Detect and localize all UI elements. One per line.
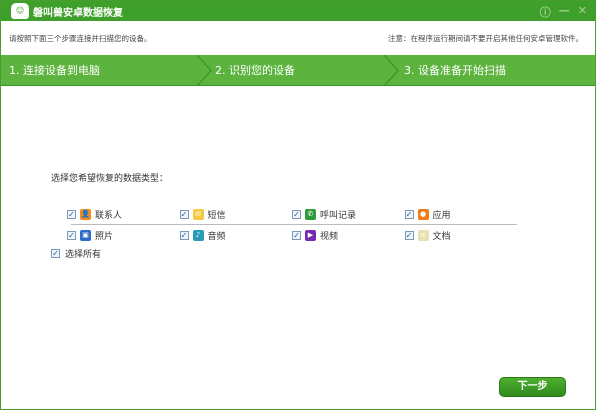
document-icon: ≡ [417,229,429,241]
checkbox-checked-icon[interactable]: ✓ [51,249,60,258]
data-type-label: 文档 [432,231,451,242]
data-type-label: 联系人 [95,210,123,221]
video-icon: ▶ [305,229,316,241]
data-type-label: 呼叫记录 [320,210,357,221]
info-bar: 请按照下面三个步骤连接并扫描您的设备。 注意：在程序运行期间请不要开启其他任何安… [1,21,595,55]
call-log-icon: ✆ [305,208,316,220]
data-type-option[interactable]: ✓ ▶ 视频 [292,229,405,242]
checkbox-checked-icon[interactable]: ✓ [404,209,414,219]
minimize-button[interactable]: — [559,4,570,20]
data-type-option[interactable]: ✓ ▣ 照片 [67,229,180,242]
checkbox-checked-icon[interactable]: ✓ [179,209,189,219]
notice-text: 注意：在程序运行期间请不要开启其他任何安卓管理软件。 [388,33,583,43]
sms-icon: ✉ [192,208,204,220]
app-logo-icon: ☺ [11,3,29,19]
data-type-row: ✓ 👤 联系人 ✓ ✉ 短信 ✓ ✆ 呼叫记录 ✓ ● 应用 [67,205,517,223]
data-type-label: 照片 [95,231,114,242]
data-type-option[interactable]: ✓ 👤 联系人 [67,208,180,221]
data-type-label: 音频 [207,231,226,242]
checkbox-checked-icon[interactable]: ✓ [404,230,414,240]
data-type-label: 选择您希望恢复的数据类型： [51,174,169,184]
title-bar: ☺ 磐叫兽安卓数据恢复 ⓘ — ✕ [1,1,595,21]
checkbox-checked-icon[interactable]: ✓ [292,209,301,219]
step-bar: 1. 连接设备到电脑 2. 识别您的设备 3. 设备准备开始扫描 [1,55,595,86]
step-separator-icon [384,55,399,86]
close-button[interactable]: ✕ [578,4,587,20]
data-type-option[interactable]: ✓ ≡ 文档 [404,229,518,242]
step-3: 3. 设备准备开始扫描 [404,64,506,77]
step-separator-icon [197,55,212,86]
data-type-label: 应用 [432,210,451,221]
step-1: 1. 连接设备到电脑 [9,64,100,77]
data-type-label: 短信 [207,210,226,221]
divider [71,224,517,225]
photo-icon: ▣ [80,229,91,241]
data-type-option[interactable]: ✓ ● 应用 [404,208,518,221]
data-type-label: 视频 [320,231,339,242]
checkbox-checked-icon[interactable]: ✓ [67,209,76,219]
checkbox-checked-icon[interactable]: ✓ [179,230,189,240]
audio-icon: ♪ [192,229,204,241]
step-2: 2. 识别您的设备 [215,64,295,77]
select-all-label: 选择所有 [65,250,102,260]
app-icon: ● [417,208,429,220]
checkbox-checked-icon[interactable]: ✓ [292,230,301,240]
data-type-option[interactable]: ✓ ♪ 音频 [179,229,293,242]
instructions-text: 请按照下面三个步骤连接并扫描您的设备。 [9,33,152,43]
select-all-checkbox[interactable]: ✓ 选择所有 [51,247,101,260]
next-button[interactable]: 下一步 [499,377,566,397]
contacts-icon: 👤 [80,208,91,220]
checkbox-checked-icon[interactable]: ✓ [67,230,76,240]
app-title: 磐叫兽安卓数据恢复 [33,7,123,19]
data-type-option[interactable]: ✓ ✉ 短信 [179,208,293,221]
data-type-grid: ✓ 👤 联系人 ✓ ✉ 短信 ✓ ✆ 呼叫记录 ✓ ● 应用 ✓ ▣ 照片 ✓ ♪ 音频 ✓ ▶ 视频 ✓ ≡ 文档 [67,205,517,244]
data-type-option[interactable]: ✓ ✆ 呼叫记录 [292,208,405,221]
data-type-row: ✓ ▣ 照片 ✓ ♪ 音频 ✓ ▶ 视频 ✓ ≡ 文档 [67,226,517,244]
info-icon[interactable]: ⓘ [540,4,551,20]
app-window: ☺ 磐叫兽安卓数据恢复 ⓘ — ✕ 请按照下面三个步骤连接并扫描您的设备。 注意… [0,0,596,410]
